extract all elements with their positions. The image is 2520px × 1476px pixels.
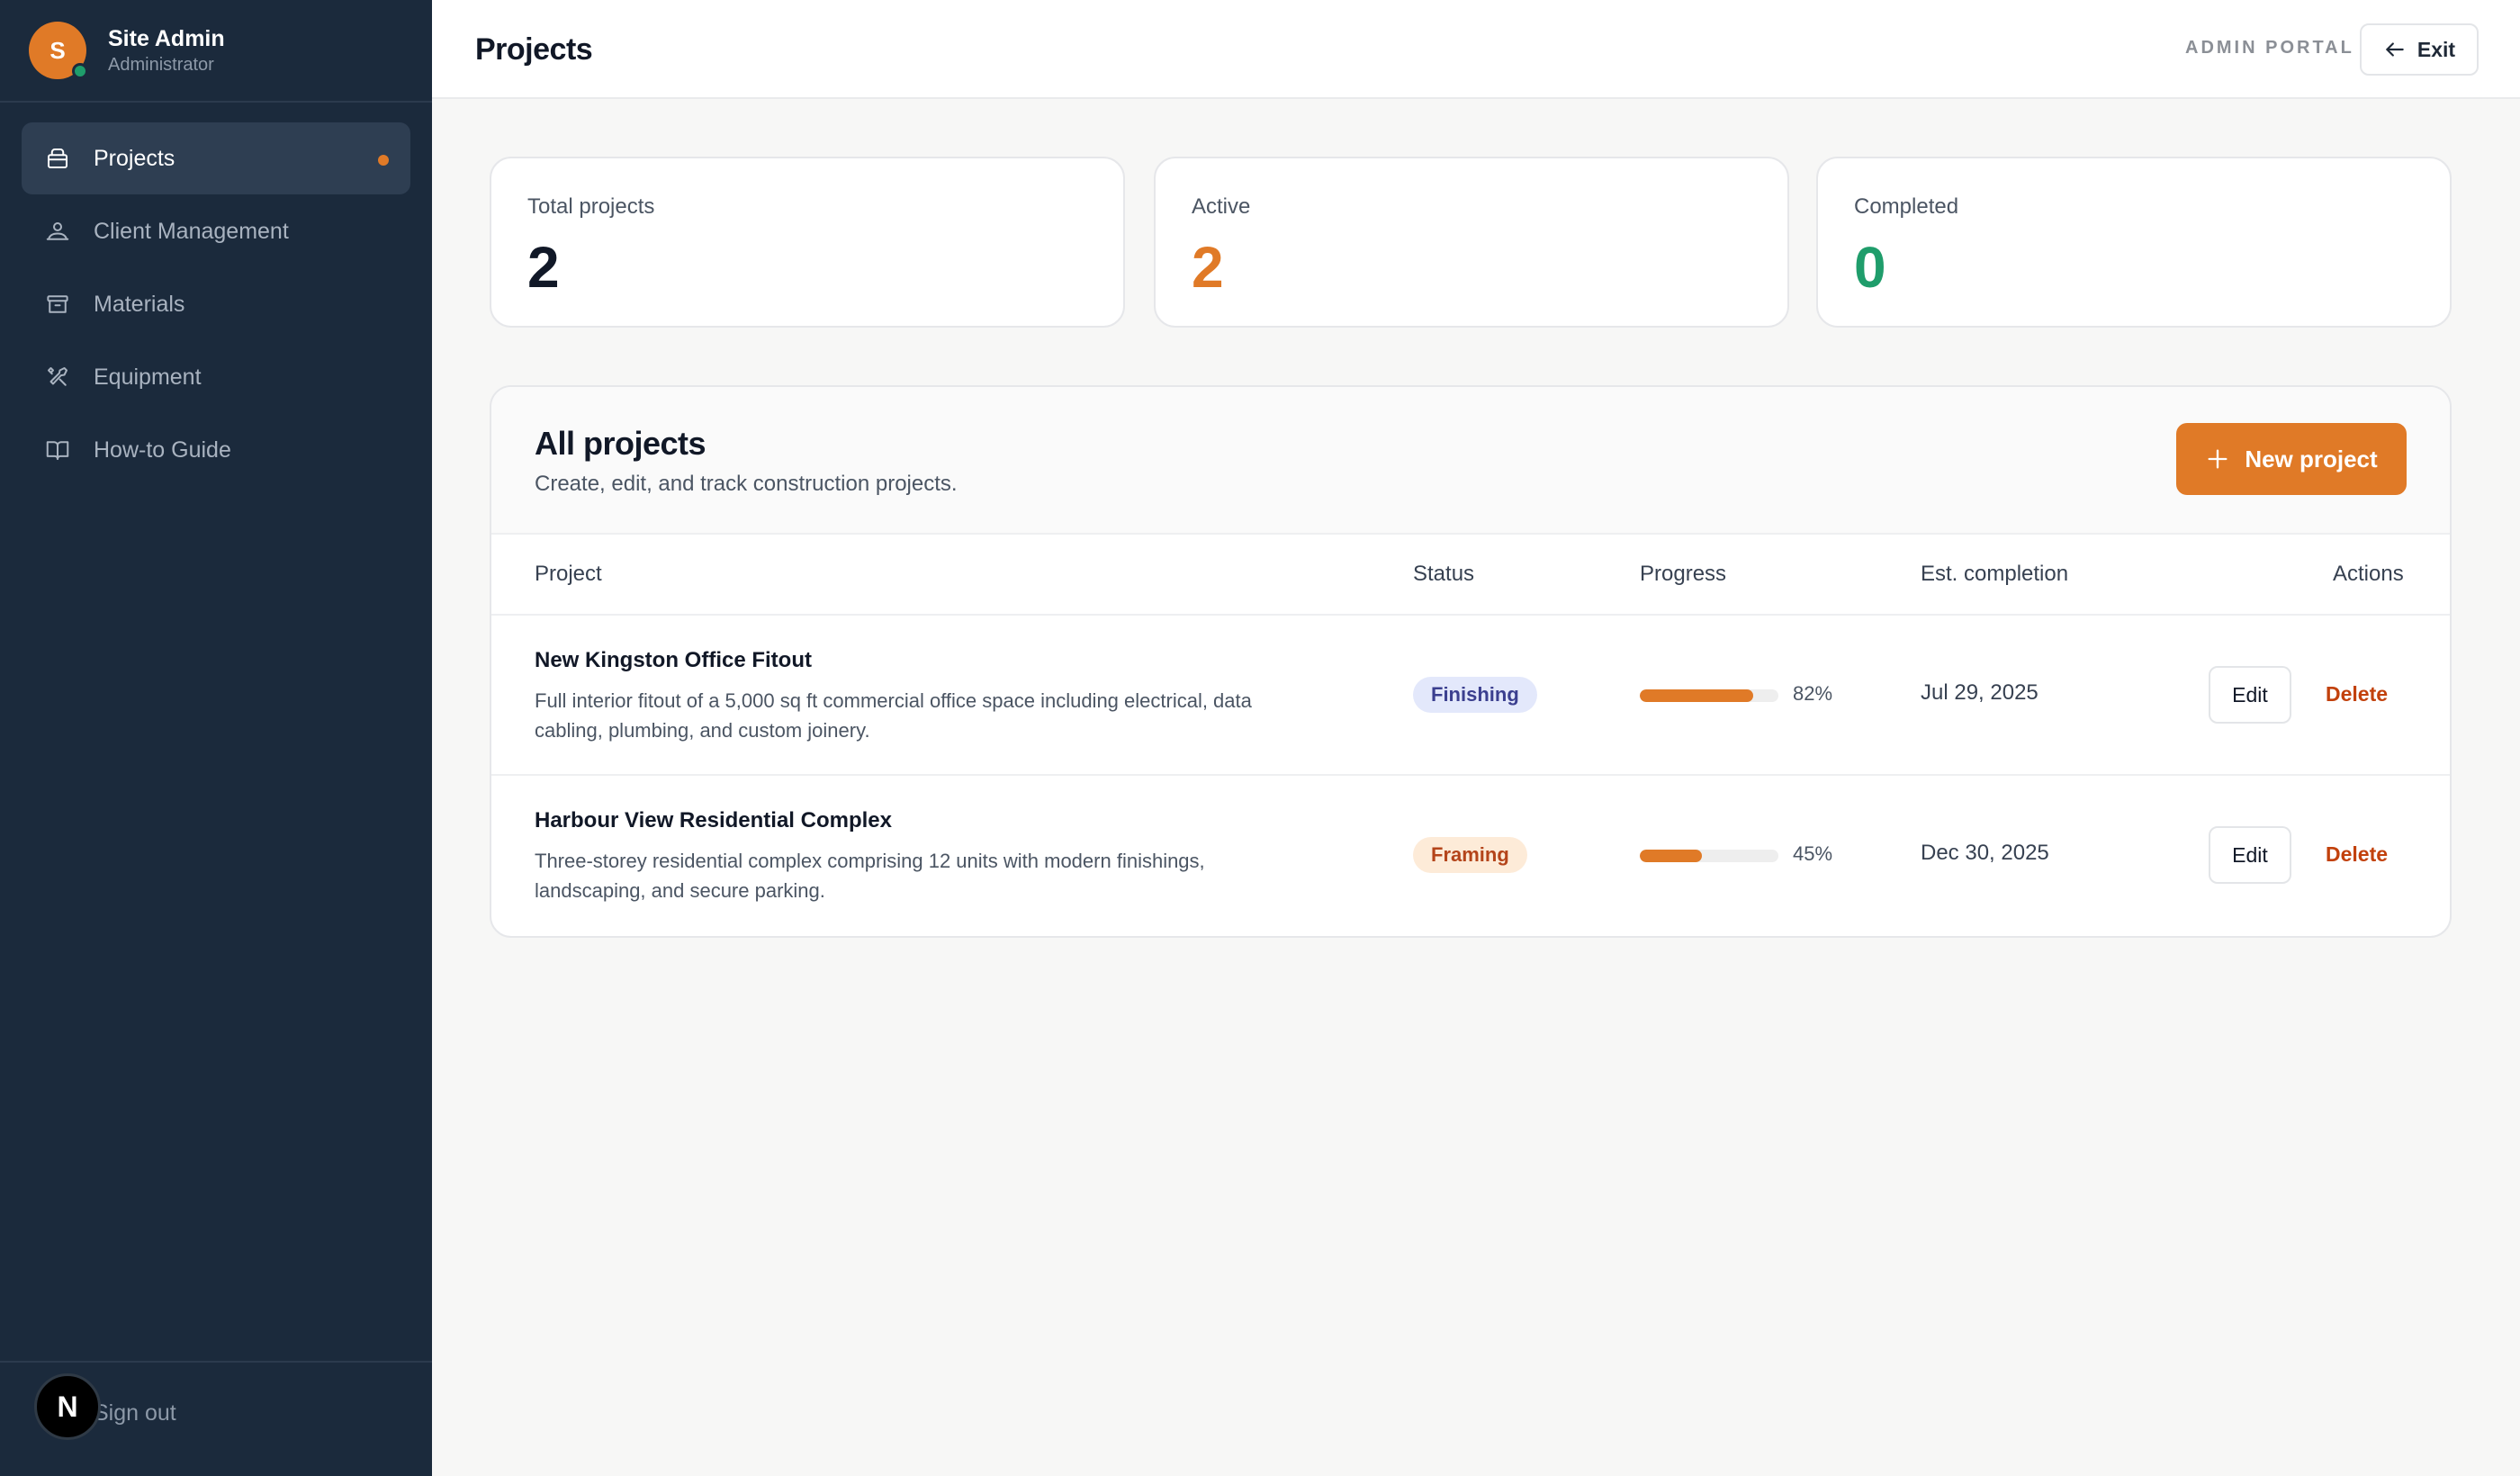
project-name: New Kingston Office Fitout (535, 648, 812, 672)
stat-label: Completed (1854, 194, 1959, 219)
project-description: Three-storey residential complex compris… (535, 850, 1205, 902)
sidebar-item-label: Equipment (94, 364, 202, 390)
progress-bar (1640, 850, 1778, 862)
sidebar: S Site Admin Administrator Projects Clie… (0, 0, 432, 1476)
active-indicator-dot (378, 155, 389, 166)
briefcase-icon (43, 144, 72, 173)
user-name: Site Admin (108, 26, 225, 51)
stat-card-completed: Completed 0 (1816, 157, 2452, 328)
tools-icon (43, 363, 72, 392)
exit-label: Exit (2416, 37, 2456, 61)
new-project-button[interactable]: New project (2176, 423, 2407, 495)
delete-button[interactable]: Delete (2326, 682, 2388, 706)
edit-button[interactable]: Edit (2209, 666, 2291, 724)
sidebar-item-how-to-guide[interactable]: How-to Guide (22, 414, 410, 486)
est-completion-date: Dec 30, 2025 (1921, 841, 2049, 865)
dev-tools-badge[interactable]: N (34, 1373, 101, 1440)
avatar: S (29, 22, 88, 79)
edit-button[interactable]: Edit (2209, 826, 2291, 884)
sidebar-item-label: Projects (94, 145, 176, 171)
plus-icon (2208, 449, 2228, 469)
user-role: Administrator (108, 55, 214, 75)
sidebar-item-materials[interactable]: Materials (22, 268, 410, 340)
project-name: Harbour View Residential Complex (535, 808, 892, 832)
table-header: Project Status Progress Est. completion … (491, 535, 2450, 616)
stat-card-total: Total projects 2 (490, 157, 1125, 328)
stat-label: Active (1192, 194, 1251, 219)
divider (0, 1361, 432, 1363)
column-header-actions: Actions (2333, 562, 2404, 586)
column-header-project: Project (535, 562, 602, 586)
progress-percent: 45% (1793, 842, 1833, 865)
page-title: Projects (475, 32, 593, 67)
sidebar-item-label: How-to Guide (94, 436, 231, 463)
stat-value: 0 (1854, 235, 1886, 300)
sidebar-nav: Projects Client Management Materials Equ… (22, 122, 410, 487)
book-icon (43, 436, 72, 464)
new-project-label: New project (2245, 445, 2378, 472)
portal-label: ADMIN PORTAL (2185, 38, 2354, 58)
sidebar-item-label: Materials (94, 291, 185, 317)
avatar-initial: S (50, 36, 66, 64)
status-badge: Framing (1413, 837, 1527, 873)
column-header-est-completion: Est. completion (1921, 562, 2069, 586)
sign-out-button[interactable]: Sign out (94, 1400, 176, 1426)
table-row: New Kingston Office Fitout Full interior… (491, 616, 2450, 776)
user-profile[interactable]: S Site Admin Administrator (29, 22, 225, 79)
project-description: Full interior fitout of a 5,000 sq ft co… (535, 689, 1252, 742)
online-status-dot (72, 63, 88, 79)
panel-header: All projects Create, edit, and track con… (491, 387, 2450, 535)
stat-value: 2 (527, 235, 560, 300)
panel-title: All projects (535, 425, 706, 462)
archive-box-icon (43, 290, 72, 319)
table-row: Harbour View Residential Complex Three-s… (491, 776, 2450, 936)
stat-value: 2 (1192, 235, 1224, 300)
panel-subtitle: Create, edit, and track construction pro… (535, 472, 958, 496)
projects-panel: All projects Create, edit, and track con… (490, 385, 2452, 938)
sidebar-item-projects[interactable]: Projects (22, 122, 410, 194)
arrow-left-icon (2386, 42, 2404, 57)
divider (0, 101, 432, 103)
sidebar-item-equipment[interactable]: Equipment (22, 341, 410, 413)
progress-percent: 82% (1793, 682, 1833, 705)
progress-fill (1640, 689, 1754, 702)
top-header: Projects ADMIN PORTAL Exit (432, 0, 2520, 99)
est-completion-date: Jul 29, 2025 (1921, 680, 2038, 705)
column-header-progress: Progress (1640, 562, 1727, 586)
stat-label: Total projects (527, 194, 655, 219)
exit-button[interactable]: Exit (2360, 23, 2479, 76)
column-header-status: Status (1413, 562, 1475, 586)
stat-card-active: Active 2 (1154, 157, 1789, 328)
sidebar-item-client-management[interactable]: Client Management (22, 195, 410, 267)
sidebar-item-label: Client Management (94, 218, 289, 244)
progress-bar (1640, 689, 1778, 702)
progress-fill (1640, 850, 1703, 862)
users-icon (43, 217, 72, 246)
status-badge: Finishing (1413, 677, 1537, 713)
delete-button[interactable]: Delete (2326, 842, 2388, 867)
